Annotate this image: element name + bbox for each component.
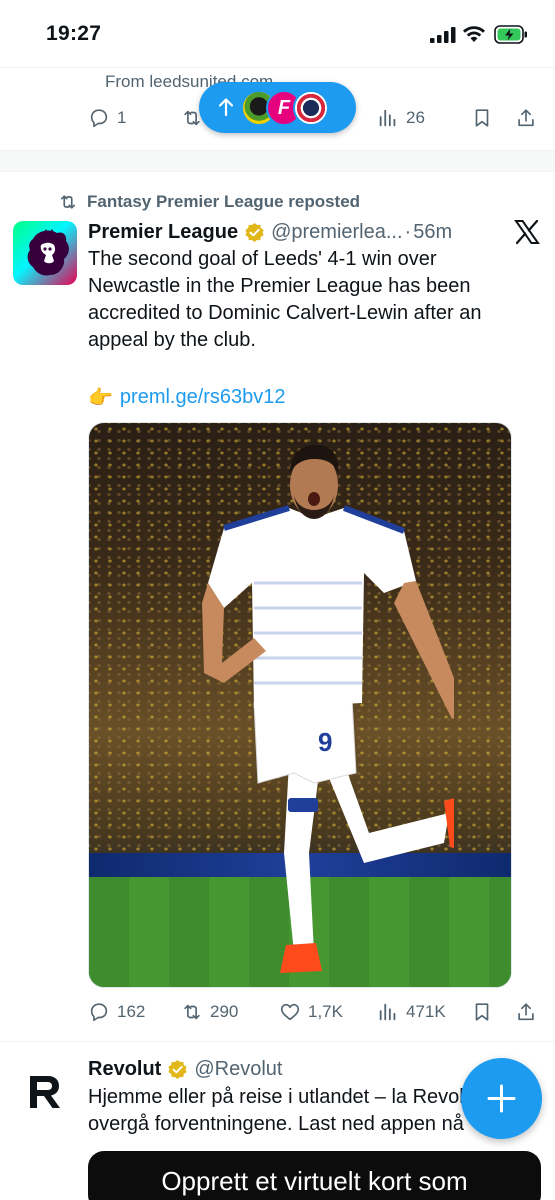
like-count: 1,7K — [308, 1002, 343, 1021]
share-icon — [518, 1003, 534, 1021]
premier-league-lion-icon — [27, 229, 69, 276]
compose-button[interactable] — [461, 1058, 542, 1139]
author-name[interactable]: Premier League — [88, 221, 238, 244]
arrow-up-icon — [218, 98, 234, 117]
bookmark-button[interactable] — [471, 997, 493, 1027]
separator-dot: · — [404, 220, 412, 243]
ad-media-caption: Opprett et virtuelt kort som — [161, 1166, 468, 1196]
reply-count: 1 — [117, 108, 127, 127]
ad-media[interactable]: Opprett et virtuelt kort som — [88, 1151, 541, 1200]
bookmark-icon — [475, 109, 489, 127]
divider — [0, 67, 555, 68]
reply-icon — [90, 1003, 108, 1022]
reply-button[interactable]: 1 — [88, 103, 126, 133]
views-icon — [379, 109, 396, 127]
section-separator — [0, 150, 555, 172]
share-button[interactable] — [515, 997, 537, 1027]
status-bar: 19:27 — [0, 0, 555, 68]
ad-post-text: Hjemme eller på reise i utlandet – la Re… — [88, 1084, 488, 1138]
verified-badge-icon[interactable] — [244, 222, 265, 243]
views-icon — [379, 1003, 396, 1021]
compose-plus-icon — [487, 1084, 516, 1113]
repost-indicator[interactable]: Fantasy Premier League reposted — [58, 191, 360, 213]
wifi-icon — [463, 26, 485, 42]
avatar[interactable] — [13, 221, 77, 285]
divider — [0, 1041, 555, 1042]
views-button[interactable]: 471K — [377, 997, 446, 1027]
post-time[interactable]: 56m — [413, 221, 452, 244]
post-text: The second goal of Leeds' 4-1 win over N… — [88, 248, 482, 351]
repost-button[interactable]: 290 — [181, 997, 238, 1027]
author-handle[interactable]: @Revolut — [194, 1058, 282, 1081]
repost-label: Fantasy Premier League reposted — [87, 192, 361, 211]
repost-icon — [184, 1004, 200, 1020]
status-time: 19:27 — [46, 22, 102, 45]
ad-text-line: Hjemme eller på reise i utlandet – la Re… — [88, 1086, 481, 1108]
ad-author-row: Revolut @Revolut — [88, 1055, 282, 1083]
reply-button[interactable]: 162 — [88, 997, 145, 1027]
share-icon — [518, 109, 534, 127]
bookmark-icon — [475, 1003, 489, 1021]
repost-count: 290 — [210, 1002, 239, 1021]
new-posts-pill[interactable]: F — [199, 82, 356, 133]
bookmark-button[interactable] — [471, 103, 493, 133]
verified-badge-icon[interactable] — [167, 1059, 188, 1080]
post-link[interactable]: 👉 preml.ge/rs63bv12 — [88, 383, 286, 411]
battery-charging-icon — [494, 25, 527, 44]
avatar — [293, 90, 329, 126]
pointing-hand-emoji: 👉 — [88, 386, 113, 409]
share-button[interactable] — [515, 103, 537, 133]
author-handle[interactable]: @premierlea... — [271, 221, 402, 244]
views-count: 26 — [406, 108, 425, 127]
like-icon — [280, 1003, 300, 1021]
repost-icon — [60, 195, 76, 209]
post-image[interactable]: 9 — [88, 422, 512, 988]
reply-count: 162 — [117, 1002, 146, 1021]
ad-text-line: overgå forventningene. Last ned appen nå — [88, 1113, 464, 1135]
post-actions: 162 290 1,7K 471K — [88, 997, 543, 1027]
player-number: 9 — [318, 727, 332, 757]
cellular-signal-icon — [430, 27, 456, 43]
author-name[interactable]: Revolut — [88, 1058, 161, 1081]
x-logo-icon[interactable] — [514, 219, 540, 245]
views-count: 471K — [406, 1002, 446, 1021]
reply-icon — [90, 109, 108, 128]
views-button[interactable]: 26 — [377, 103, 425, 133]
revolut-logo-icon[interactable] — [28, 1074, 62, 1110]
football-player-figure: 9 — [202, 444, 454, 973]
post-author-row: Premier League @premierlea... · 56m — [88, 218, 452, 246]
link-text[interactable]: preml.ge/rs63bv12 — [120, 386, 286, 409]
like-button[interactable]: 1,7K — [279, 997, 343, 1027]
